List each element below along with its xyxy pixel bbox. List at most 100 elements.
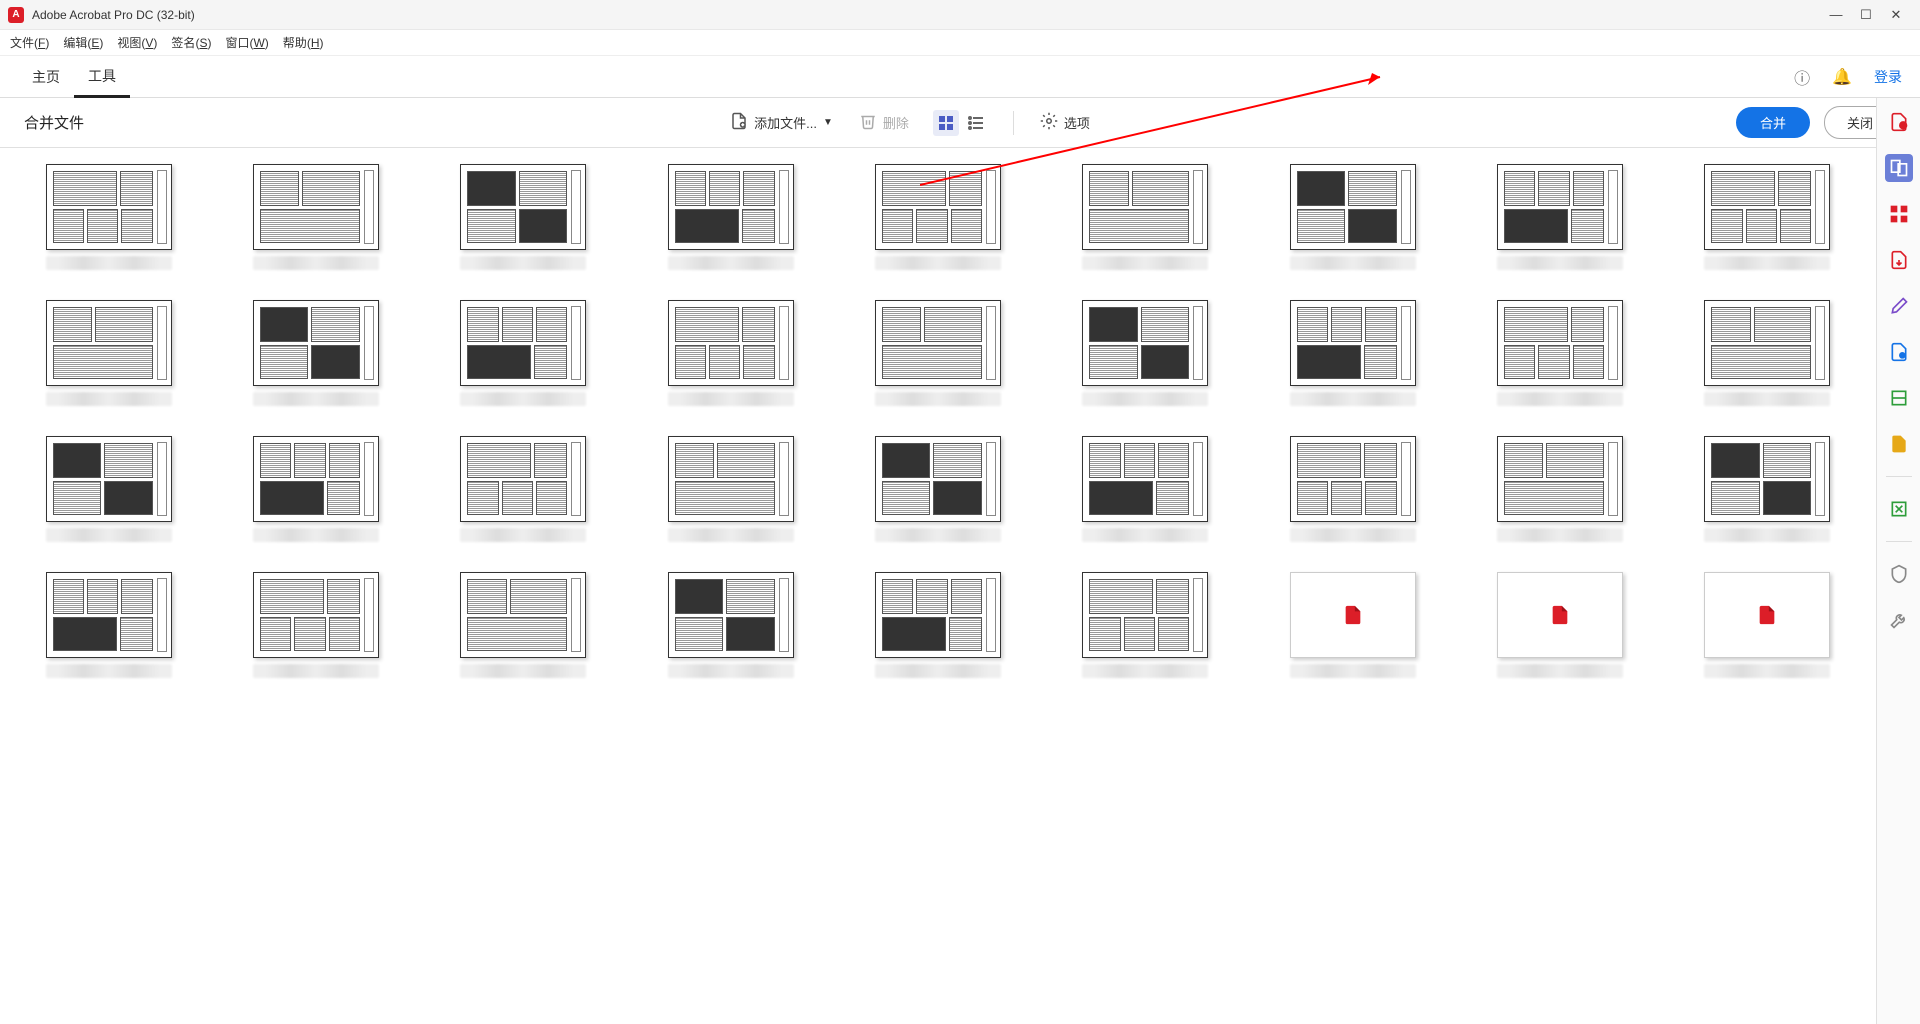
edit-pdf-icon[interactable]	[1885, 292, 1913, 320]
menu-file[interactable]: 文件(F)	[10, 34, 49, 51]
menu-sign[interactable]: 签名(S)	[171, 34, 211, 51]
drawing-preview	[1497, 436, 1623, 522]
drawing-preview	[1290, 164, 1416, 250]
file-thumbnail[interactable]	[1264, 300, 1441, 406]
file-thumbnail[interactable]	[1679, 436, 1856, 542]
tab-home[interactable]: 主页	[18, 57, 74, 96]
file-thumbnail[interactable]	[227, 436, 404, 542]
dropdown-icon: ▼	[823, 117, 833, 128]
file-label	[1704, 256, 1830, 270]
comment-icon[interactable]	[1885, 338, 1913, 366]
file-thumbnail[interactable]	[435, 572, 612, 678]
file-thumbnail[interactable]	[1057, 572, 1234, 678]
file-thumbnail[interactable]	[642, 300, 819, 406]
file-thumbnail[interactable]	[1679, 164, 1856, 270]
file-thumbnail[interactable]	[20, 436, 197, 542]
file-label	[460, 528, 586, 542]
drawing-preview	[1704, 164, 1830, 250]
menu-window[interactable]: 窗口(W)	[225, 34, 268, 51]
file-thumbnail[interactable]	[642, 164, 819, 270]
file-thumbnail[interactable]	[1057, 436, 1234, 542]
file-label	[46, 528, 172, 542]
file-label	[875, 256, 1001, 270]
file-thumbnail[interactable]	[1679, 572, 1856, 678]
file-thumbnail[interactable]	[849, 300, 1026, 406]
protect-icon[interactable]	[1885, 430, 1913, 458]
drawing-preview	[460, 572, 586, 658]
menu-view[interactable]: 视图(V)	[117, 34, 157, 51]
drawing-preview	[668, 164, 794, 250]
drawing-preview	[1704, 300, 1830, 386]
file-thumbnail[interactable]	[1057, 164, 1234, 270]
file-label	[1082, 528, 1208, 542]
organize-pages-icon[interactable]	[1885, 200, 1913, 228]
toolbar: 合并文件 添加文件... ▼ 删除	[0, 98, 1920, 148]
file-label	[253, 664, 379, 678]
export-pdf-icon[interactable]	[1885, 246, 1913, 274]
maximize-button[interactable]: ☐	[1860, 9, 1872, 21]
file-thumbnail[interactable]	[435, 436, 612, 542]
more-tools-icon[interactable]	[1885, 606, 1913, 634]
app-icon: A	[8, 7, 24, 23]
merge-button[interactable]: 合并	[1736, 107, 1810, 138]
file-label	[253, 392, 379, 406]
tab-tools[interactable]: 工具	[74, 56, 130, 98]
file-thumbnail[interactable]	[1679, 300, 1856, 406]
scan-ocr-icon[interactable]	[1885, 384, 1913, 412]
help-icon[interactable]: ⓘ	[1794, 65, 1810, 89]
file-label	[668, 528, 794, 542]
delete-button[interactable]: 删除	[849, 106, 919, 139]
file-thumbnail[interactable]	[642, 436, 819, 542]
file-thumbnail[interactable]	[849, 164, 1026, 270]
file-thumbnail[interactable]	[1471, 300, 1648, 406]
file-thumbnail[interactable]	[1471, 572, 1648, 678]
file-thumbnail[interactable]	[20, 164, 197, 270]
file-thumbnail[interactable]	[1264, 164, 1441, 270]
file-thumbnail[interactable]	[227, 572, 404, 678]
file-thumbnail[interactable]	[1057, 300, 1234, 406]
file-thumbnail[interactable]	[20, 572, 197, 678]
drawing-preview	[46, 164, 172, 250]
grid-view-button[interactable]	[933, 110, 959, 136]
file-thumbnail[interactable]	[227, 164, 404, 270]
file-label	[668, 392, 794, 406]
content-area	[0, 148, 1876, 1024]
file-thumbnail[interactable]	[642, 572, 819, 678]
shield-icon[interactable]	[1885, 560, 1913, 588]
file-thumbnail[interactable]	[227, 300, 404, 406]
drawing-preview	[875, 572, 1001, 658]
minimize-button[interactable]: —	[1830, 9, 1842, 21]
drawing-preview	[1082, 572, 1208, 658]
file-label	[875, 664, 1001, 678]
file-thumbnail[interactable]	[20, 300, 197, 406]
file-label	[875, 528, 1001, 542]
compress-icon[interactable]	[1885, 495, 1913, 523]
file-thumbnail[interactable]	[1264, 436, 1441, 542]
pdf-preview	[1704, 572, 1830, 658]
file-label	[460, 392, 586, 406]
bell-icon[interactable]: 🔔	[1832, 67, 1852, 87]
list-view-button[interactable]	[963, 110, 989, 136]
create-pdf-icon[interactable]	[1885, 108, 1913, 136]
file-thumbnail[interactable]	[435, 300, 612, 406]
options-button[interactable]: 选项	[1030, 106, 1100, 139]
drawing-preview	[668, 436, 794, 522]
file-thumbnail[interactable]	[435, 164, 612, 270]
file-label	[1497, 664, 1623, 678]
file-label	[1082, 392, 1208, 406]
file-thumbnail[interactable]	[1264, 572, 1441, 678]
drawing-preview	[46, 572, 172, 658]
file-thumbnail[interactable]	[1471, 436, 1648, 542]
file-thumbnail[interactable]	[849, 572, 1026, 678]
file-thumbnail[interactable]	[1471, 164, 1648, 270]
close-window-button[interactable]: ✕	[1890, 9, 1902, 21]
add-files-button[interactable]: 添加文件... ▼	[720, 106, 843, 139]
file-label	[253, 256, 379, 270]
drawing-preview	[1497, 164, 1623, 250]
login-link[interactable]: 登录	[1874, 67, 1902, 87]
menu-help[interactable]: 帮助(H)	[283, 34, 324, 51]
combine-files-icon[interactable]	[1885, 154, 1913, 182]
drawing-preview	[1290, 436, 1416, 522]
file-thumbnail[interactable]	[849, 436, 1026, 542]
menu-edit[interactable]: 编辑(E)	[63, 34, 103, 51]
